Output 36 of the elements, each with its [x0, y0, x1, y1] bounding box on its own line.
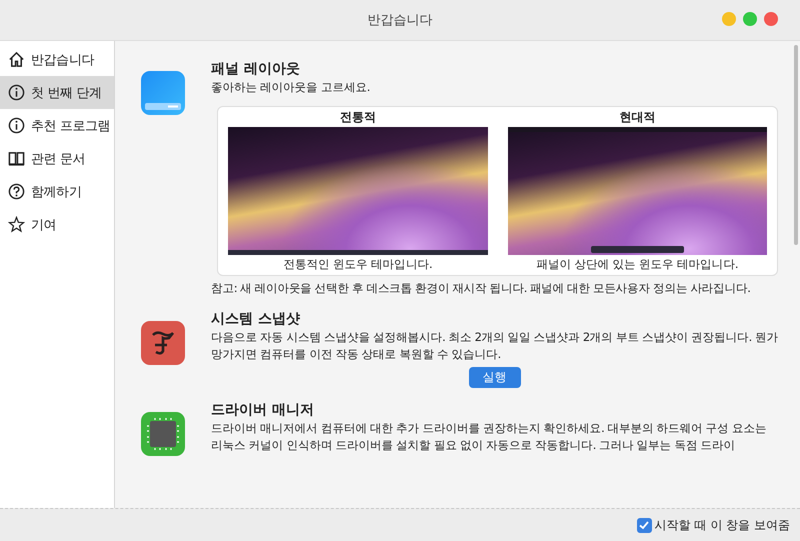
sidebar-item[interactable]: 첫 번째 단계: [0, 76, 114, 109]
section-description: 다음으로 자동 시스템 스냅샷을 설정해봅시다. 최소 2개의 일일 스냅샷과 2개의 부트 스냅샷이 권장됩니다. 뭔가 망가지면 컴퓨터를 이전 작동 상태로 복원할 수 있습니다.: [211, 329, 778, 363]
desktop-preview[interactable]: [508, 127, 767, 255]
show-at-startup-checkbox[interactable]: 시작할 때 이 창을 보여줌: [636, 516, 790, 534]
run-button[interactable]: 실행: [468, 367, 520, 388]
sidebar-item[interactable]: 함께하기: [0, 175, 114, 208]
help-icon: [8, 183, 25, 200]
sidebar-item[interactable]: 반갑습니다: [0, 43, 114, 76]
note-text: 참고: 새 레이아웃을 선택한 후 데스크톱 환경이 재시작 됩니다. 패널에 대한 모든사용자 정의는 사라집니다.: [211, 280, 752, 297]
layout-caption: 패널이 상단에 있는 윈도우 테마입니다.: [536, 256, 738, 273]
layout-name: 전통적: [340, 109, 376, 126]
section-description: 좋아하는 레이아웃을 고르세요.: [211, 79, 371, 96]
layout-caption: 전통적인 윈도우 테마입니다.: [283, 256, 432, 273]
info-icon: [8, 84, 25, 101]
book-icon: [8, 150, 25, 167]
window-title: 반갑습니다: [368, 12, 432, 29]
layout-name: 현대적: [619, 109, 656, 126]
snapshot-icon: [141, 321, 185, 365]
sidebar-item[interactable]: 관련 문서: [0, 142, 114, 175]
desktop-preview[interactable]: [228, 127, 488, 255]
star-icon: [8, 216, 25, 233]
minimize-button[interactable]: [722, 12, 736, 26]
sidebar-item[interactable]: 기여: [0, 208, 114, 241]
scrollbar[interactable]: [794, 45, 798, 245]
close-button[interactable]: [764, 12, 778, 26]
sidebar-item[interactable]: 추천 프로그램: [0, 109, 114, 142]
checkbox[interactable]: [636, 518, 652, 532]
maximize-button[interactable]: [743, 12, 757, 26]
section-title: 패널 레이아웃: [211, 60, 301, 79]
home-icon: [8, 51, 25, 68]
section-description: 드라이버 매니저에서 컴퓨터에 대한 추가 드라이버를 권장하는지 확인하세요. 대부분의 하드웨어 구성 요소는 리눅스 커널이 인식하며 드라이버를 설치할 필요 없이 자동으로 작동합니다. 그러나 일부는 독점 드라이: [211, 420, 768, 454]
section-title: 시스템 스냅샷: [211, 310, 301, 329]
info-icon: [8, 117, 25, 134]
section-title: 드라이버 매니저: [211, 401, 315, 420]
chip-icon: [141, 412, 185, 456]
panel-icon: [141, 71, 185, 115]
